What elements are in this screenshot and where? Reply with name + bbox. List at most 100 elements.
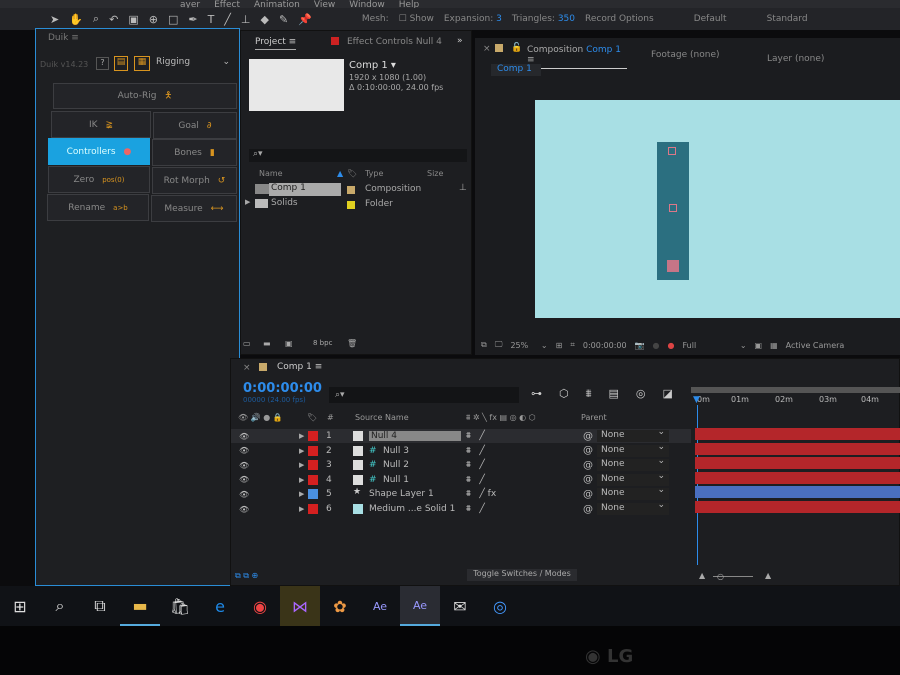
notes-icon[interactable]: ▤ — [114, 56, 128, 71]
safe-zones-icon[interactable]: ⊞ — [556, 341, 563, 350]
auto-rig-button[interactable]: Auto-Rig 🯅 — [53, 83, 237, 109]
sort-ascending-icon[interactable]: ▲ — [337, 169, 343, 178]
zoom-dropdown[interactable]: 25% ⌄ — [510, 341, 547, 350]
pan-behind-icon[interactable]: ⊕ — [149, 13, 158, 26]
snapshot-icon[interactable]: 📷 — [635, 341, 645, 350]
visibility-eye-icon[interactable]: 👁 — [239, 432, 249, 441]
after-effects-icon[interactable]: Ae — [360, 586, 400, 626]
tab-timeline-comp[interactable]: Comp 1 ≡ — [277, 362, 322, 372]
zoom-in-icon[interactable]: ▲ — [765, 571, 771, 580]
zoom-out-icon[interactable]: ▲ — [699, 571, 705, 580]
project-item-comp[interactable]: Comp 1 Composition ⊥ — [241, 183, 471, 197]
close-icon[interactable]: × — [483, 44, 491, 54]
camera-tool-icon[interactable]: ▣ — [128, 13, 138, 26]
shy-layers-icon[interactable]: ⩩ — [586, 387, 592, 401]
selection-tool-icon[interactable]: ➤ — [50, 13, 59, 26]
expansion-value[interactable]: 3 — [496, 14, 502, 24]
expand-arrow-icon[interactable]: ▶ — [299, 476, 304, 484]
interpret-footage-icon[interactable]: ▭ — [243, 339, 251, 348]
clone-tool-icon[interactable]: ⊥ — [241, 13, 251, 26]
fl-studio-icon[interactable]: ✿ — [320, 586, 360, 626]
layer-duration-bar[interactable] — [695, 501, 900, 513]
close-icon[interactable]: × — [243, 363, 251, 373]
shape-layer-rectangle[interactable] — [657, 142, 689, 280]
layer-name[interactable]: Null 2 — [383, 460, 409, 470]
pick-whip-icon[interactable]: @ — [583, 474, 593, 485]
motion-blur-icon[interactable]: ◎ — [636, 387, 646, 401]
mode-dropdown[interactable]: Rigging ⌄ — [156, 57, 234, 71]
pick-whip-icon[interactable]: @ — [583, 489, 593, 500]
layer-label-color[interactable] — [308, 474, 318, 485]
mask-visibility-icon[interactable]: ⌗ — [570, 340, 575, 350]
parent-dropdown[interactable]: None — [597, 471, 669, 486]
chrome-icon[interactable]: ◉ — [240, 586, 280, 626]
resolution-dropdown[interactable]: Full ⌄ — [683, 341, 747, 350]
layer-duration-bar[interactable] — [695, 457, 900, 470]
layer-name[interactable]: Null 1 — [383, 475, 409, 485]
measure-button[interactable]: Measure ⟷ — [151, 195, 237, 222]
layer-switches[interactable]: ⩩ ╱ — [466, 504, 485, 514]
frame-blending-icon[interactable]: ▤ — [608, 387, 618, 401]
controllers-button[interactable]: Controllers ● — [48, 138, 150, 165]
region-icon[interactable]: ▣ — [755, 341, 763, 350]
parent-dropdown[interactable]: None — [597, 485, 669, 501]
eraser-tool-icon[interactable]: ◆ — [261, 13, 269, 26]
toggle-switches-modes-button[interactable]: Toggle Switches / Modes — [467, 569, 577, 581]
null-handle[interactable] — [668, 147, 676, 155]
expand-arrow-icon[interactable]: ▶ — [299, 432, 304, 440]
channel-icon[interactable]: ● — [668, 341, 675, 350]
panel-menu-icon[interactable]: ≡ — [71, 33, 79, 43]
workspace-standard[interactable]: Standard — [767, 14, 808, 24]
layer-row[interactable]: 👁 ▶ 3 # Null 2 ⩩ ╱ @ None — [231, 456, 691, 472]
layer-label-color[interactable] — [308, 504, 318, 514]
help-button[interactable]: ? — [96, 57, 109, 70]
column-number[interactable]: # — [327, 413, 334, 422]
layer-name[interactable]: Shape Layer 1 — [369, 489, 434, 499]
tab-project[interactable]: Project ≡ — [255, 37, 297, 50]
layer-name[interactable]: Medium ...e Solid 1 — [369, 504, 455, 514]
goal-button[interactable]: Goal ∂ — [153, 112, 237, 139]
bit-depth[interactable]: 8 bpc — [313, 339, 332, 347]
bones-button[interactable]: Bones ▮ — [152, 139, 237, 166]
workspace-default[interactable]: Default — [694, 14, 727, 24]
parent-dropdown[interactable]: None — [597, 500, 669, 515]
pick-whip-icon[interactable]: @ — [583, 504, 593, 515]
monitor-icon[interactable]: 🖵 — [495, 340, 503, 350]
expand-arrow-icon[interactable]: ▶ — [245, 198, 250, 206]
draft-3d-icon[interactable]: ⬡ — [559, 387, 569, 401]
layer-duration-bar[interactable] — [695, 442, 900, 455]
pick-whip-icon[interactable]: @ — [583, 460, 593, 471]
layer-label-color[interactable] — [308, 489, 318, 500]
roto-tool-icon[interactable]: ✎ — [279, 13, 288, 26]
trash-icon[interactable]: 🗑 — [347, 339, 357, 348]
project-item-solids[interactable]: ▶ Solids Folder — [241, 198, 471, 212]
tab-footage[interactable]: Footage (none) — [651, 50, 720, 60]
project-search-input[interactable]: ⌕▾ — [249, 149, 467, 162]
visibility-eye-icon[interactable]: 👁 — [239, 446, 249, 455]
search-icon[interactable]: ⌕ — [40, 586, 80, 626]
rot-morph-button[interactable]: Rot Morph ↺ — [152, 167, 237, 194]
current-timecode[interactable]: 0:00:00:00 — [243, 381, 322, 396]
new-comp-icon[interactable]: ▣ — [285, 339, 293, 348]
layer-label-color[interactable] — [308, 445, 318, 456]
edge-icon[interactable]: e — [200, 586, 240, 626]
visual-studio-icon[interactable]: ⋈ — [280, 586, 320, 626]
zoom-tool-icon[interactable]: ⌕ — [93, 12, 99, 26]
panel-overflow-icon[interactable]: » — [457, 36, 463, 46]
file-explorer-icon[interactable]: ▬ — [120, 586, 160, 626]
null-handle-selected[interactable] — [667, 260, 679, 272]
playhead-icon[interactable]: ▼ — [693, 395, 700, 405]
tab-effect-controls[interactable]: Effect Controls Null 4 — [347, 37, 442, 47]
after-effects-active-icon[interactable]: Ae — [400, 586, 440, 626]
visibility-eye-icon[interactable]: 👁 — [239, 475, 249, 484]
layer-row[interactable]: 👁 ▶ 2 # Null 3 ⩩ ╱ @ None — [231, 442, 691, 458]
calculator-icon[interactable]: ▦ — [134, 56, 150, 71]
comp-breadcrumb[interactable]: Comp 1 — [491, 64, 541, 76]
always-preview-icon[interactable]: ⧉ — [481, 340, 487, 350]
layer-switches[interactable]: ⩩ ╱ fx — [466, 489, 496, 499]
record-options-button[interactable]: Record Options — [585, 14, 654, 24]
rename-button[interactable]: Rename a>b — [47, 194, 149, 221]
expand-arrow-icon[interactable]: ▶ — [299, 490, 304, 498]
fx-switch[interactable]: fx — [488, 489, 497, 499]
task-view-icon[interactable]: ⧉ — [80, 586, 120, 626]
